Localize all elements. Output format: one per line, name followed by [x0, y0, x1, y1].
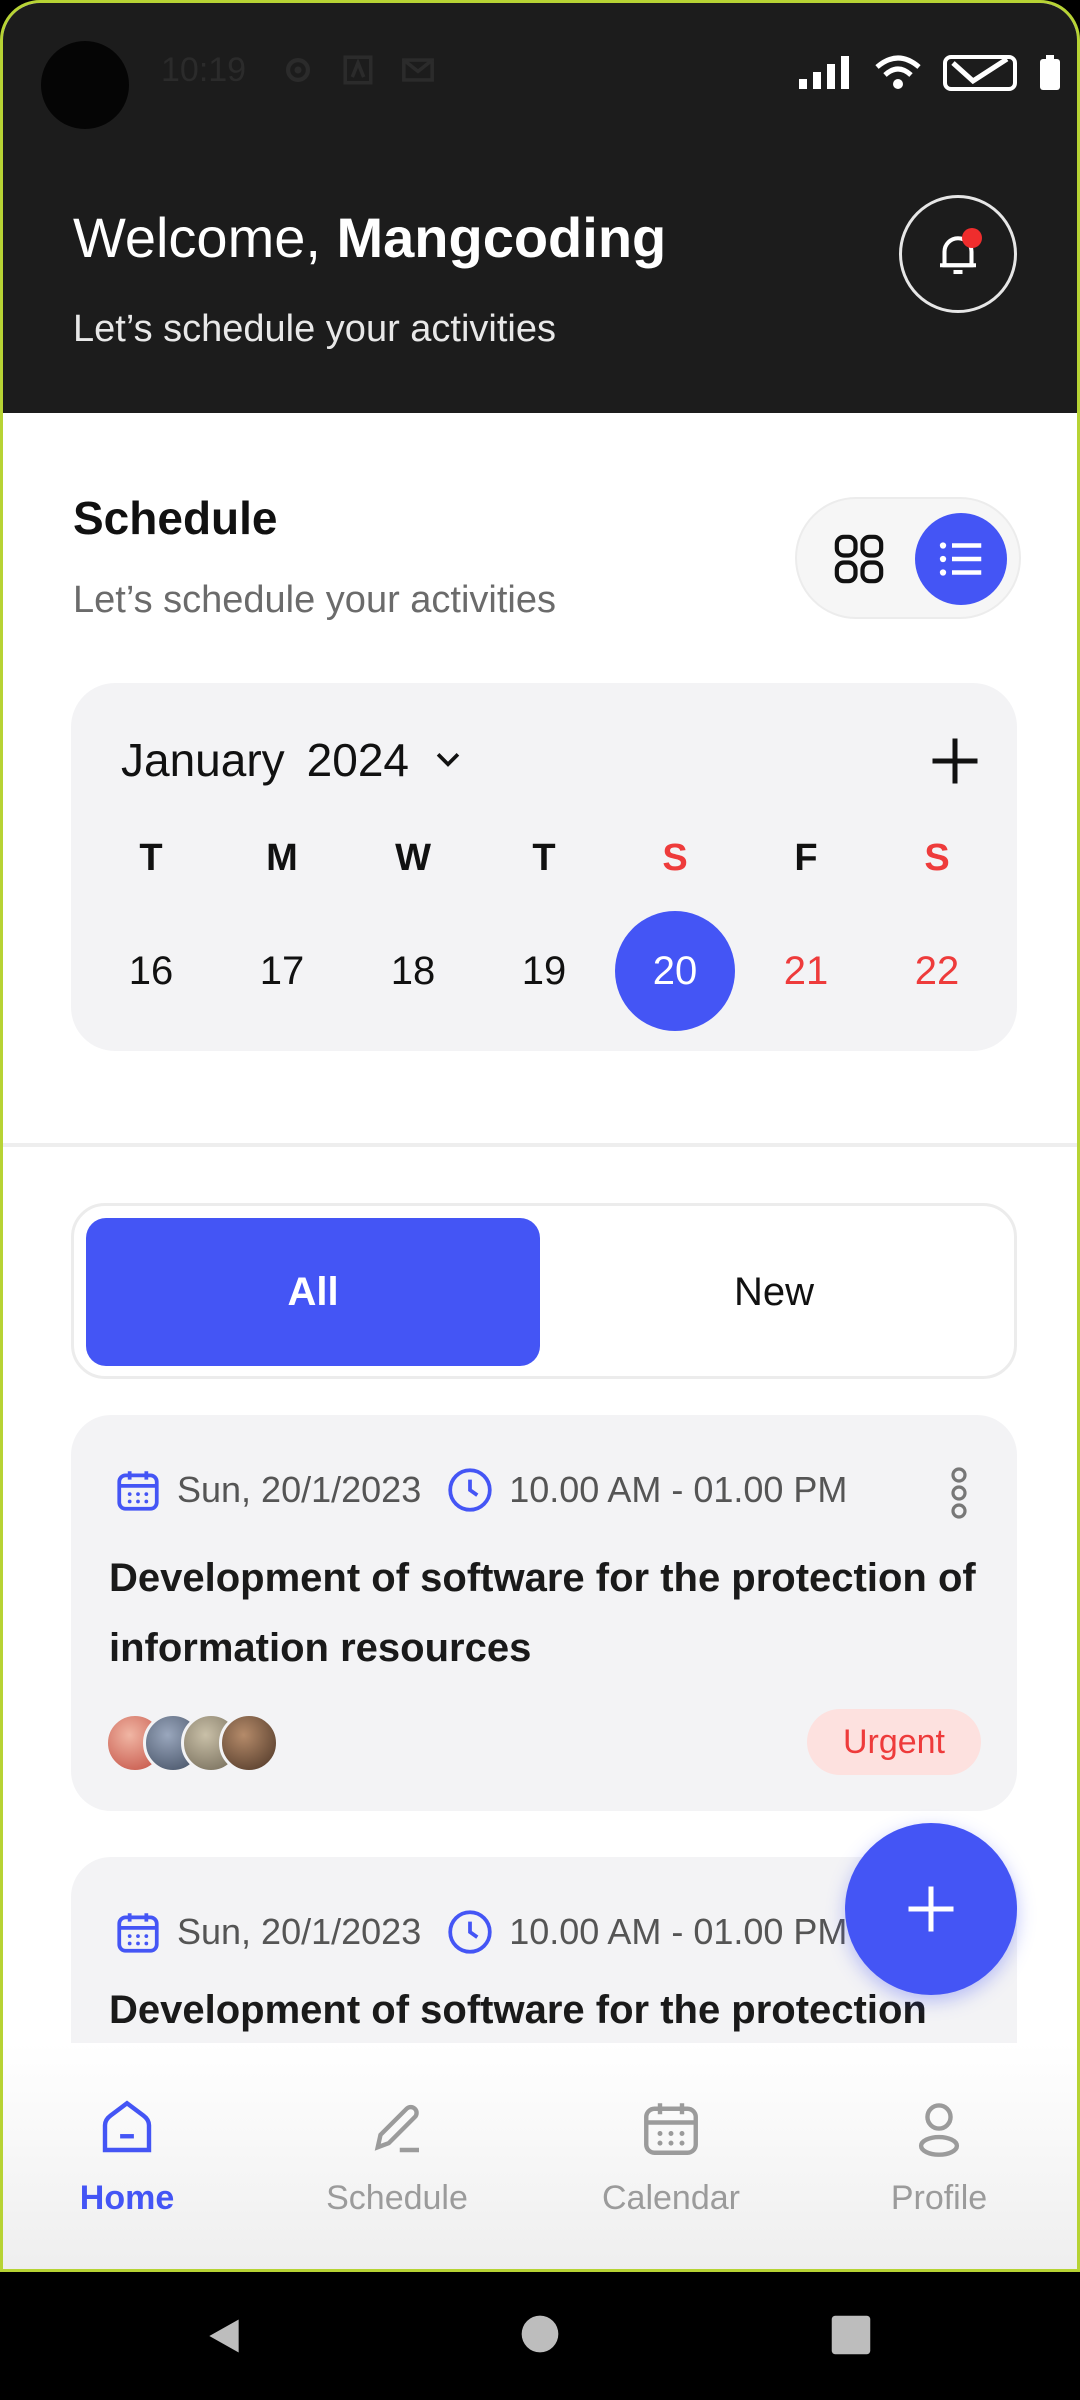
list-view-button[interactable]	[915, 513, 1007, 605]
add-event-icon[interactable]	[925, 731, 985, 791]
date-cell[interactable]: 21	[746, 911, 866, 1031]
event-meta: Sun, 20/1/2023 10.00 AM - 01.00 PM	[113, 1907, 847, 1957]
status-system-icons	[797, 53, 1061, 93]
calendar-card: January 2024 T M W T S F S 16 17 18 19 2…	[71, 683, 1017, 1051]
header: 10:19 Welcome, Mangcoding Let’s schedule…	[3, 3, 1077, 413]
event-date: Sun, 20/1/2023	[177, 1911, 422, 1952]
weekday-label: S	[662, 837, 688, 879]
recents-icon[interactable]	[830, 2314, 872, 2356]
filter-tabs: All New	[71, 1203, 1017, 1379]
event-title: Development of software for the protecti…	[109, 1556, 976, 1670]
weekday-label: F	[794, 837, 818, 879]
clock-icon	[448, 1910, 492, 1954]
date-cell[interactable]: 16	[91, 911, 211, 1031]
year-label: 2024	[306, 734, 409, 786]
grid-view-button[interactable]	[819, 519, 899, 599]
greeting-text: Welcome,	[73, 206, 321, 269]
app-screen: 10:19 Welcome, Mangcoding Let’s schedule…	[0, 0, 1080, 2272]
settings-icon	[285, 57, 311, 83]
mail-badge-icon	[943, 55, 1017, 91]
date-cell[interactable]: 18	[353, 911, 473, 1031]
weekday-label: S	[924, 837, 950, 879]
grid-icon	[834, 534, 884, 584]
weekday-row: T M W T S F S	[91, 837, 997, 880]
participant-avatars	[105, 1713, 279, 1773]
camera-cutout	[41, 41, 129, 129]
avatar	[219, 1713, 279, 1773]
view-toggle	[795, 497, 1021, 619]
battery-icon	[1040, 55, 1060, 90]
welcome-heading: Welcome, Mangcoding	[73, 205, 666, 270]
weekday-label: T	[139, 837, 163, 879]
schedule-subtitle: Let’s schedule your activities	[73, 579, 556, 621]
clock-icon	[448, 1468, 492, 1512]
tab-all[interactable]: All	[86, 1218, 540, 1366]
schedule-title: Schedule	[73, 492, 278, 544]
list-icon	[939, 542, 982, 576]
user-name: Mangcoding	[336, 206, 667, 269]
priority-badge: Urgent	[806, 1709, 981, 1775]
date-cell[interactable]: 17	[222, 911, 342, 1031]
calendar-icon	[117, 1471, 159, 1511]
event-meta: Sun, 20/1/2023 10.00 AM - 01.00 PM	[113, 1465, 847, 1515]
weekday-label: M	[266, 837, 298, 879]
calendar-icon	[117, 1913, 159, 1953]
date-cell[interactable]: 19	[484, 911, 604, 1031]
home-icon	[102, 2100, 152, 2153]
notification-button[interactable]	[899, 195, 1017, 313]
weekday-label: T	[532, 837, 556, 879]
date-row: 16 17 18 19 20 21 22	[91, 911, 997, 1031]
notification-dot	[962, 228, 982, 248]
nav-calendar-label: Calendar	[602, 2179, 740, 2217]
text-icon	[343, 55, 373, 85]
home-circle-icon[interactable]	[520, 2314, 560, 2354]
signal-icon	[799, 56, 849, 89]
event-time: 10.00 AM - 01.00 PM	[509, 1469, 848, 1510]
event-card[interactable]: Sun, 20/1/2023 10.00 AM - 01.00 PM Devel…	[71, 1415, 1017, 1811]
more-options-icon[interactable]	[949, 1467, 969, 1519]
nav-schedule[interactable]: Schedule	[287, 2095, 507, 2218]
section-divider	[3, 1143, 1077, 1147]
nav-home-label: Home	[79, 2179, 175, 2217]
system-nav-bar	[0, 2272, 1080, 2400]
plus-icon	[908, 1886, 954, 1932]
nav-home[interactable]: Home	[17, 2095, 237, 2218]
nav-profile-label: Profile	[890, 2179, 988, 2217]
nav-calendar[interactable]: Calendar	[561, 2095, 781, 2218]
event-title: Development of software for the protecti…	[109, 1988, 927, 2032]
event-time: 10.00 AM - 01.00 PM	[509, 1911, 848, 1952]
pencil-icon	[374, 2104, 419, 2153]
selected-date: 20	[615, 911, 735, 1031]
bottom-nav: Home Schedule Calendar Profile	[3, 2043, 1077, 2269]
event-date: Sun, 20/1/2023	[177, 1469, 422, 1510]
date-cell[interactable]: 22	[877, 911, 997, 1031]
mail-icon	[402, 58, 434, 82]
status-time: 10:19	[161, 51, 247, 89]
tab-new[interactable]: New	[544, 1218, 1004, 1366]
calendar-icon	[644, 2103, 698, 2155]
add-button[interactable]	[845, 1823, 1017, 1995]
month-label: January	[121, 734, 285, 786]
back-icon[interactable]	[202, 2314, 246, 2358]
status-bar: 10:19	[3, 3, 1077, 133]
nav-profile[interactable]: Profile	[829, 2095, 1049, 2218]
status-notification-icons	[281, 53, 435, 87]
nav-schedule-label: Schedule	[326, 2179, 468, 2217]
welcome-subtitle: Let’s schedule your activities	[73, 308, 556, 350]
chevron-down-icon	[436, 753, 460, 767]
date-cell-selected[interactable]: 20	[615, 911, 735, 1031]
weekday-label: W	[395, 837, 431, 879]
wifi-icon	[875, 55, 921, 89]
profile-icon	[918, 2103, 960, 2157]
month-selector[interactable]: January 2024	[121, 733, 465, 787]
